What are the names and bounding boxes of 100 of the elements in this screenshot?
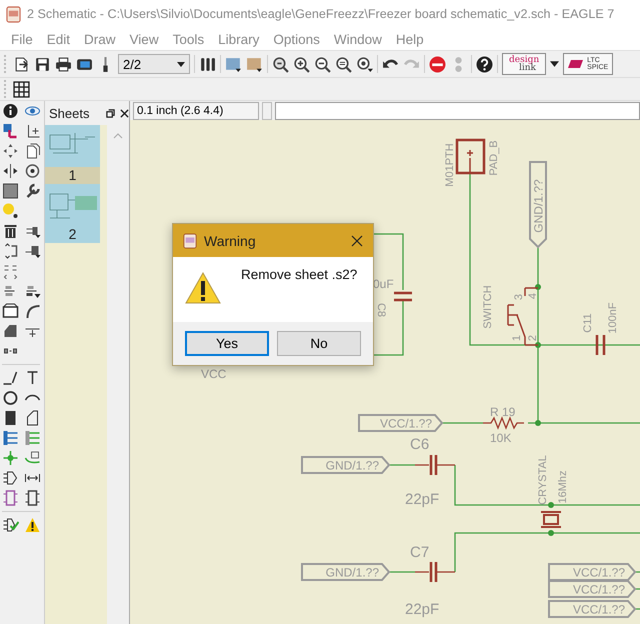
sheet-thumbnail[interactable] — [45, 184, 100, 226]
component-label: R 19 — [490, 405, 516, 419]
menu-item[interactable]: View — [122, 32, 166, 46]
sheet-number[interactable]: 2 — [45, 226, 100, 243]
net-label: GND/1.?? — [301, 456, 390, 474]
miter-icon[interactable] — [2, 303, 19, 319]
capacitor-symbol — [392, 292, 414, 302]
command-field[interactable] — [275, 102, 640, 120]
grid-icon[interactable] — [13, 80, 30, 98]
swap-icon[interactable] — [2, 243, 19, 259]
layers-icon[interactable] — [2, 123, 19, 139]
pad-symbol — [456, 138, 486, 174]
net-label: GND/1.?? — [529, 161, 547, 248]
dialog-message: Remove sheet .s2? — [241, 267, 358, 282]
panels-icon[interactable] — [199, 56, 216, 72]
capacitor-symbol — [596, 334, 606, 356]
board-icon[interactable] — [246, 56, 263, 72]
value-menu-icon[interactable] — [24, 283, 41, 299]
circle-icon[interactable] — [2, 390, 19, 406]
app-icon — [183, 232, 197, 248]
menu-item[interactable]: Library — [211, 32, 266, 46]
dialog-button[interactable]: Yes — [185, 331, 269, 356]
component-label: 10K — [490, 431, 512, 445]
menu-item[interactable]: Tools — [166, 32, 212, 46]
warning-icon[interactable] — [24, 517, 41, 533]
zoom-fit-icon[interactable] — [272, 56, 289, 72]
move-icon[interactable] — [2, 143, 19, 159]
help-icon[interactable] — [476, 56, 493, 72]
open-icon[interactable] — [13, 56, 30, 72]
trash-icon[interactable] — [2, 223, 19, 239]
component-label: C7 — [410, 544, 430, 561]
menu-item[interactable]: Options — [266, 32, 327, 46]
attribute-icon[interactable] — [2, 470, 19, 486]
erc-icon[interactable] — [2, 517, 19, 533]
sheet-number[interactable]: 1 — [45, 167, 100, 184]
menu-item[interactable]: File — [4, 32, 40, 46]
sheet-select[interactable]: 2/2 — [118, 54, 190, 74]
component-label: 22pF — [405, 601, 440, 618]
menu-item[interactable]: Help — [388, 32, 431, 46]
polygon-icon[interactable] — [24, 410, 41, 426]
design-link-button[interactable]: design link — [502, 53, 546, 75]
wire-icon[interactable] — [2, 370, 19, 386]
split-icon[interactable] — [2, 323, 19, 339]
component-label: M01PTH — [444, 143, 456, 187]
component-label: SWITCH — [482, 285, 494, 329]
capacitor-symbol — [414, 560, 456, 584]
warning-icon — [185, 272, 221, 304]
component-label: C8 — [375, 302, 387, 318]
rotate-icon[interactable] — [24, 163, 41, 179]
caret-icon[interactable] — [550, 61, 560, 67]
zoom-out-icon[interactable] — [314, 56, 331, 72]
panel-title: Sheets — [49, 106, 90, 120]
component-label: 100nF — [607, 302, 619, 334]
zoom-select-icon[interactable] — [335, 56, 352, 72]
net-label: VCC/1.?? — [548, 600, 636, 618]
print-icon[interactable] — [55, 56, 72, 72]
dialog-button[interactable]: No — [277, 331, 361, 356]
menu-item[interactable]: Window — [326, 32, 389, 46]
component-label: 1 — [511, 334, 523, 342]
wrench-icon[interactable] — [24, 183, 41, 199]
info-icon[interactable] — [2, 103, 19, 119]
coordinate-display: 0.1 inch (2.6 4.4) — [133, 102, 259, 120]
crystal-symbol — [540, 511, 562, 528]
frame-icon[interactable] — [2, 490, 19, 506]
bus-icon[interactable] — [2, 430, 19, 446]
restore-icon[interactable] — [106, 108, 115, 118]
component-label: 2 — [527, 334, 539, 342]
schematic-icon[interactable] — [225, 56, 242, 72]
sheet-thumbnail[interactable] — [45, 125, 100, 167]
component-label: C6 — [410, 436, 430, 453]
switch-symbol — [507, 287, 539, 346]
stop-icon[interactable] — [429, 56, 446, 72]
net-label: GND/1.?? — [301, 563, 390, 581]
zoom-menu-icon[interactable] — [356, 56, 373, 72]
mirror-icon[interactable] — [2, 163, 19, 179]
copy-icon[interactable] — [24, 143, 41, 159]
window-title: 2 Schematic - C:\Users\Silvio\Documents\eagle\GeneFreezz\Freezer board schematic_v2.sch - EAGLE 7 — [27, 7, 614, 21]
close-icon[interactable] — [351, 234, 363, 246]
replace-icon[interactable] — [24, 243, 41, 259]
capacitor-symbol — [414, 454, 456, 476]
component-label: PAD_B — [488, 140, 500, 176]
component-label: 0uF — [373, 277, 394, 291]
menu-item[interactable]: Draw — [77, 32, 123, 46]
component-label: 16Mhz — [557, 470, 569, 504]
component-label: 22pF — [405, 491, 440, 508]
label-icon[interactable] — [24, 450, 41, 466]
caret-icon — [177, 62, 185, 66]
net-label: VCC/1.?? — [358, 414, 444, 432]
component-label: CRYSTAL — [537, 455, 549, 505]
net-label: VCC/1.?? — [548, 563, 636, 581]
square-icon[interactable] — [2, 183, 19, 199]
close-icon[interactable] — [120, 108, 129, 118]
st-logo-icon — [568, 59, 584, 69]
save-icon[interactable] — [34, 56, 51, 72]
gate-icon[interactable] — [2, 263, 19, 279]
arc-corner-icon[interactable] — [24, 303, 41, 319]
zoom-in-icon[interactable] — [293, 56, 310, 72]
dot-icon[interactable] — [2, 203, 19, 219]
module-icon[interactable] — [24, 490, 41, 506]
menu-item[interactable]: Edit — [40, 32, 78, 46]
